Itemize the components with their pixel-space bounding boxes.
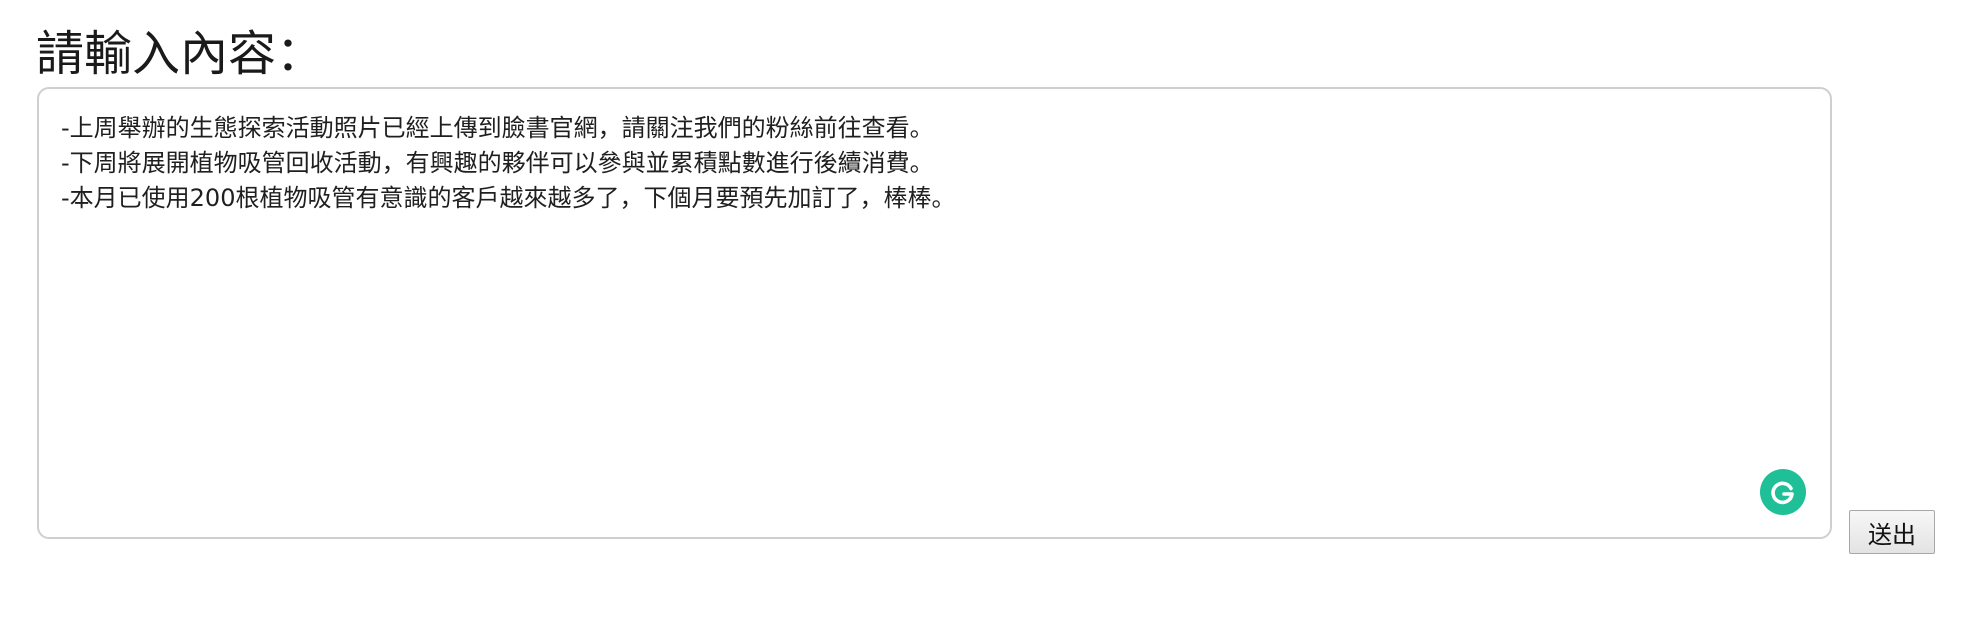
content-line: -下周將展開植物吸管回收活動，有興趣的夥伴可以參與並累積點數進行後續消費。 (61, 149, 934, 177)
page-title: 請輸入內容： (36, 26, 325, 82)
content-line: -本月已使用200根植物吸管有意識的客戶越來越多了，下個月要預先加訂了，棒棒。 (61, 184, 956, 212)
grammarly-icon[interactable] (1760, 469, 1806, 515)
grammarly-g-glyph (1771, 481, 1794, 505)
submit-button[interactable]: 送出 (1849, 510, 1935, 554)
content-line: -上周舉辦的生態探索活動照片已經上傳到臉書官網，請關注我們的粉絲前往查看。 (61, 114, 934, 142)
textarea-content[interactable]: -上周舉辦的生態探索活動照片已經上傳到臉書官網，請關注我們的粉絲前往查看。 -下… (61, 111, 1800, 216)
content-textarea[interactable]: -上周舉辦的生態探索活動照片已經上傳到臉書官網，請關注我們的粉絲前往查看。 -下… (37, 87, 1832, 539)
